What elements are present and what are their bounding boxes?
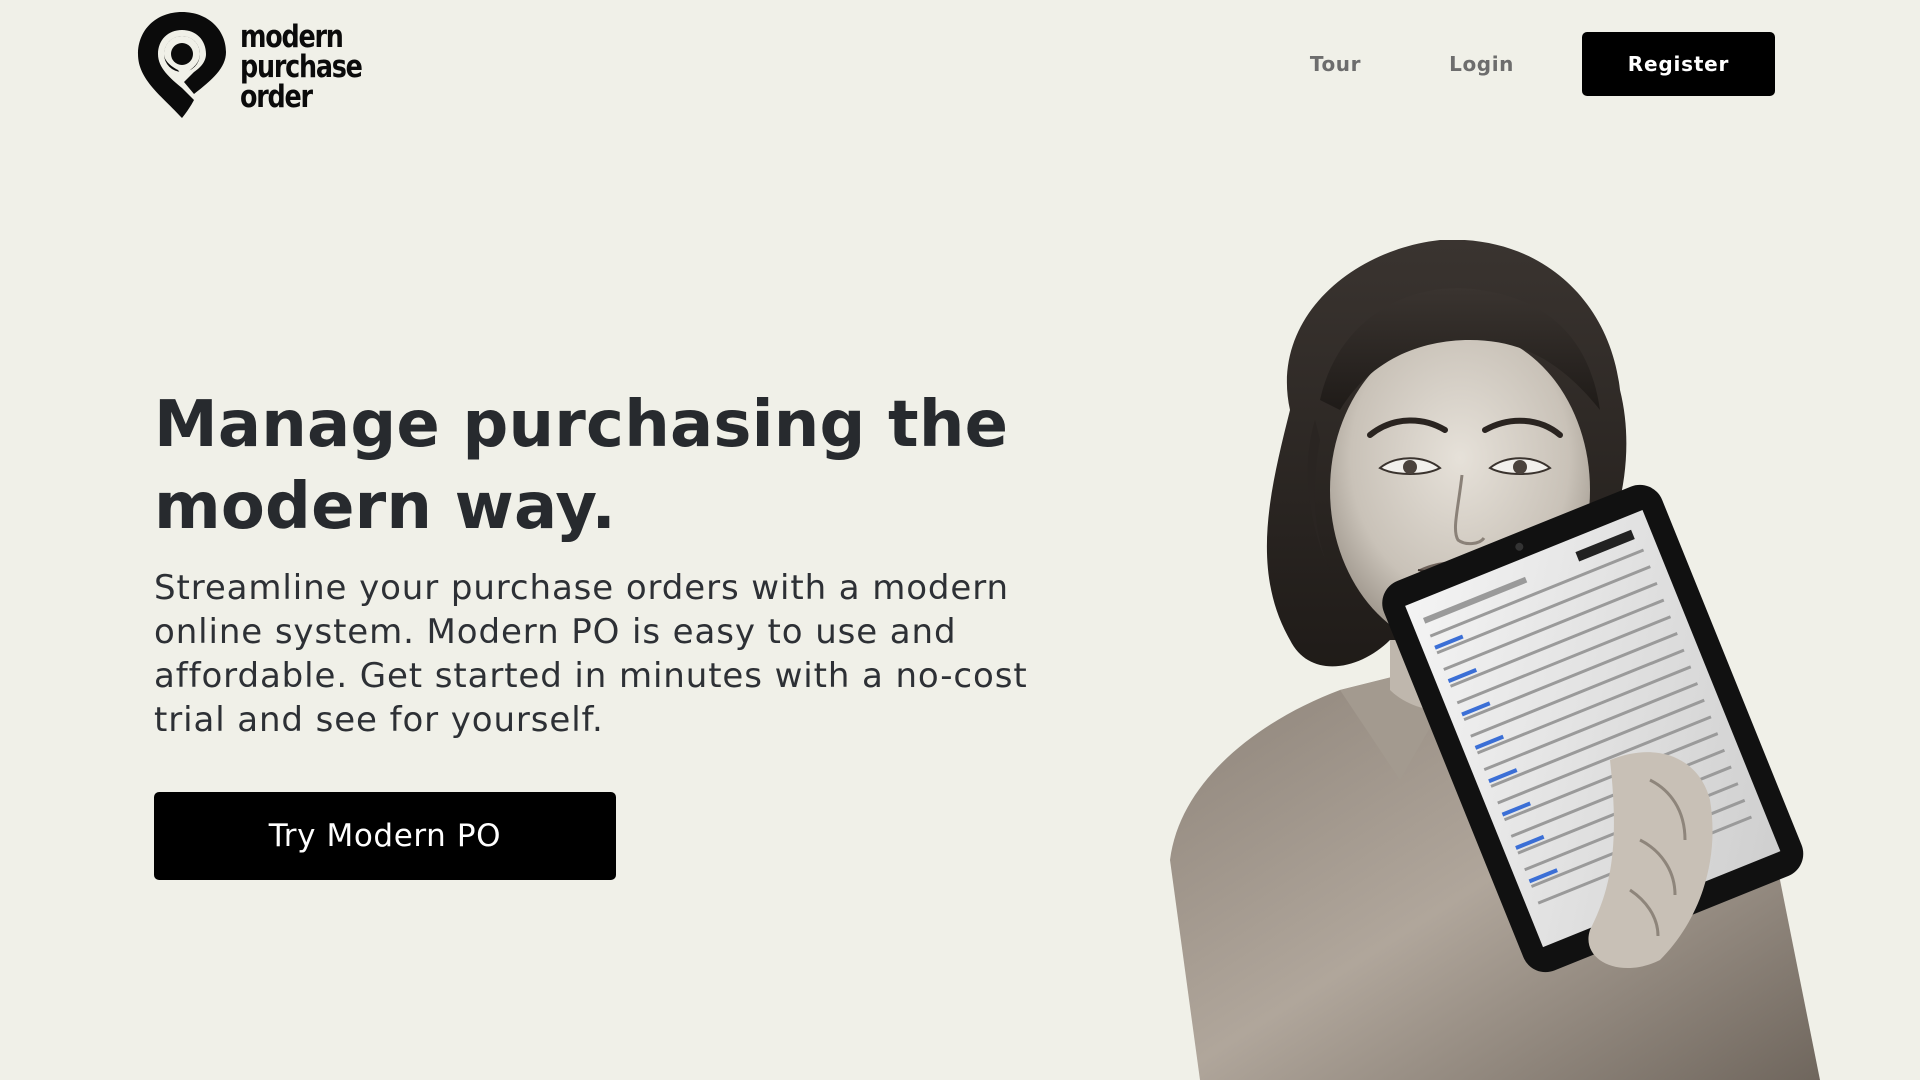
nav-login-link[interactable]: Login — [1447, 52, 1516, 76]
top-nav: Tour Login Register — [1308, 32, 1775, 96]
hero-subtitle: Streamline your purchase orders with a m… — [154, 568, 1028, 740]
logo-link[interactable]: modern purchase order — [134, 8, 388, 122]
register-button[interactable]: Register — [1582, 32, 1775, 96]
logo-wordmark: modern purchase order — [240, 19, 363, 115]
logo-line-3: order — [240, 79, 313, 115]
woman-holding-tablet-photo — [1170, 240, 1820, 1080]
map-pin-logo-icon — [138, 12, 226, 118]
landing-page: modern purchase order Tour Login Registe… — [0, 0, 1920, 1080]
nav-tour-link[interactable]: Tour — [1308, 52, 1363, 76]
logo-line-1: modern — [240, 19, 344, 55]
hero-title: Manage purchasing the modern way. — [154, 388, 1009, 544]
logo-line-2: purchase — [240, 49, 363, 85]
try-modern-po-button[interactable]: Try Modern PO — [154, 792, 616, 880]
